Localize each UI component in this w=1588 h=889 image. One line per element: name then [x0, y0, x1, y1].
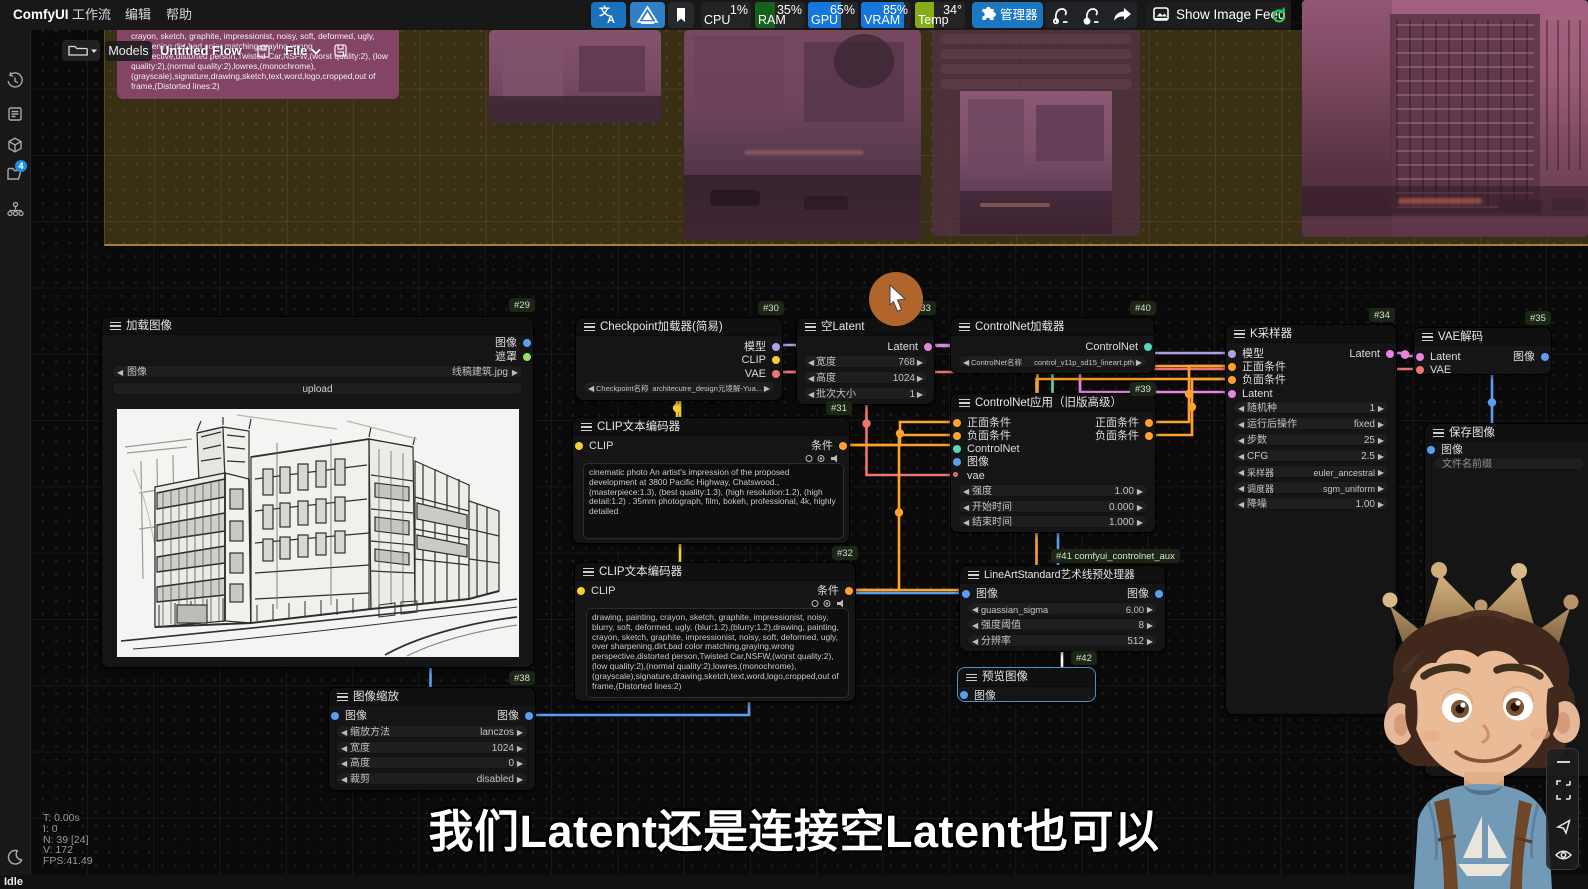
- svg-text:A: A: [607, 14, 615, 26]
